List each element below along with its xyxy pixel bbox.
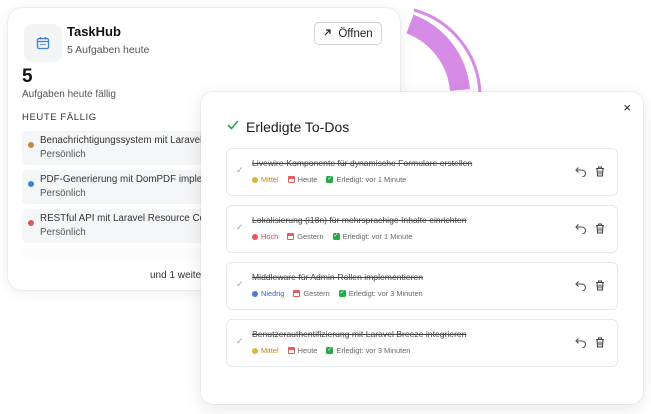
priority-badge: Mittel: [252, 346, 279, 355]
completed-badge: ✓ Erledigt: vor 3 Minuten: [326, 346, 410, 355]
completed-badge: ✓ Erledigt: vor 1 Minute: [332, 232, 413, 241]
due-count: 5: [22, 66, 33, 87]
completed-todo-item: ✓ Benutzerauthentifizierung mit Laravel …: [226, 319, 618, 367]
check-icon: [227, 118, 239, 136]
date-label: Heute: [297, 175, 318, 184]
calendar-app-icon: [24, 24, 62, 62]
date-badge: Gestern: [293, 289, 330, 298]
done-check-icon: ✓: [236, 336, 244, 346]
todo-meta: Hoch Gestern ✓ Erledigt: vor 1 Minute: [252, 232, 412, 241]
todo-title: Livewire-Komponente für dynamische Formu…: [252, 158, 473, 168]
trash-icon[interactable]: [595, 335, 605, 353]
status-dot: [28, 142, 34, 148]
undo-icon[interactable]: [575, 278, 587, 296]
status-dot: [28, 181, 34, 187]
done-check-icon: ✓: [236, 165, 244, 175]
completed-label: Erledigt: vor 3 Minuten: [336, 346, 411, 355]
date-badge: Heute: [287, 175, 318, 184]
check-box-icon: ✓: [338, 290, 346, 297]
todo-meta: Mittel Heute ✓ Erledigt: vor 1 Minute: [252, 175, 406, 184]
date-badge: Heute: [287, 346, 318, 355]
task-category: Persönlich: [40, 227, 86, 238]
completed-badge: ✓ Erledigt: vor 1 Minute: [326, 175, 406, 184]
task-category: Persönlich: [40, 149, 86, 160]
due-count-label: Aufgaben heute fällig: [22, 89, 116, 100]
trash-icon[interactable]: [595, 278, 605, 296]
check-box-icon: ✓: [332, 233, 340, 240]
date-label: Gestern: [297, 232, 324, 241]
priority-dot-icon: [252, 290, 258, 297]
todo-meta: Niedrig Gestern ✓ Erledigt: vor 3 Minuten: [252, 289, 423, 298]
open-button[interactable]: Öffnen: [314, 22, 382, 45]
modal-title: Erledigte To-Dos: [246, 119, 350, 135]
trash-icon[interactable]: [595, 164, 605, 182]
calendar-icon: [287, 347, 295, 354]
undo-icon[interactable]: [575, 164, 587, 182]
completed-label: Erledigt: vor 3 Minuten: [348, 289, 423, 298]
todo-title: Middleware für Admin-Rollen implementier…: [252, 272, 423, 282]
priority-badge: Niedrig: [252, 289, 284, 298]
done-check-icon: ✓: [236, 279, 244, 289]
priority-label: Hoch: [261, 232, 279, 241]
priority-label: Mittel: [261, 175, 279, 184]
close-icon[interactable]: ×: [623, 100, 631, 115]
priority-dot-icon: [252, 233, 258, 240]
calendar-icon: [287, 233, 295, 240]
done-check-icon: ✓: [236, 222, 244, 232]
task-title: RESTful API mit Laravel Resource Contr: [40, 213, 217, 224]
task-title: Benachrichtigungssystem mit Laravel N: [40, 135, 213, 146]
priority-label: Niedrig: [261, 289, 285, 298]
status-dot: [28, 220, 34, 226]
undo-icon[interactable]: [575, 221, 587, 239]
completed-todo-item: ✓ Lokalisierung (i18n) für mehrsprachige…: [226, 205, 618, 253]
completed-label: Erledigt: vor 1 Minute: [342, 232, 413, 241]
task-category: Persönlich: [40, 188, 86, 199]
todo-meta: Mittel Heute ✓ Erledigt: vor 3 Minuten: [252, 346, 410, 355]
date-label: Gestern: [303, 289, 330, 298]
completed-todos-modal: × Erledigte To-Dos ✓ Livewire-Komponente…: [201, 92, 643, 404]
priority-label: Mittel: [261, 346, 279, 355]
completed-label: Erledigt: vor 1 Minute: [336, 175, 407, 184]
priority-dot-icon: [252, 176, 258, 183]
check-box-icon: ✓: [326, 347, 334, 354]
calendar-icon: [287, 176, 295, 183]
app-subtitle: 5 Aufgaben heute: [67, 44, 150, 56]
date-badge: Gestern: [287, 232, 324, 241]
todo-title: Benutzerauthentifizierung mit Laravel Br…: [252, 329, 467, 339]
calendar-icon: [293, 290, 301, 297]
completed-todo-item: ✓ Livewire-Komponente für dynamische For…: [226, 148, 618, 196]
completed-todo-item: ✓ Middleware für Admin-Rollen implementi…: [226, 262, 618, 310]
trash-icon[interactable]: [595, 221, 605, 239]
undo-icon[interactable]: [575, 335, 587, 353]
todo-title: Lokalisierung (i18n) für mehrsprachige I…: [252, 215, 467, 225]
priority-badge: Hoch: [252, 232, 278, 241]
open-button-label: Öffnen: [338, 27, 373, 40]
section-heading: HEUTE FÄLLIG: [22, 112, 97, 123]
completed-badge: ✓ Erledigt: vor 3 Minuten: [338, 289, 423, 298]
task-title: PDF-Generierung mit DomPDF implemen: [40, 174, 222, 185]
priority-dot-icon: [252, 347, 258, 354]
modal-header: Erledigte To-Dos: [227, 118, 349, 136]
arrow-up-right-icon: [323, 28, 332, 40]
app-title: TaskHub: [67, 24, 121, 39]
check-box-icon: ✓: [326, 176, 334, 183]
date-label: Heute: [297, 346, 318, 355]
priority-badge: Mittel: [252, 175, 279, 184]
